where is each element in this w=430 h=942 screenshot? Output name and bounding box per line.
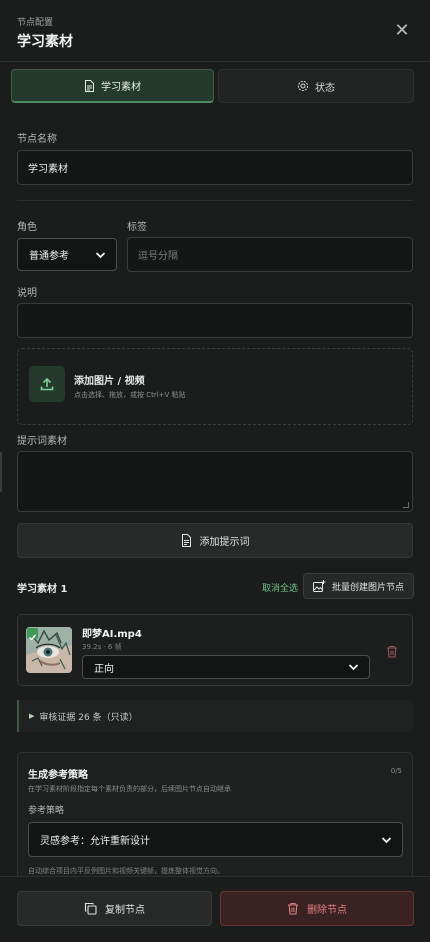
tags-placeholder: 逗号分隔 [138, 251, 178, 262]
media-upload-zone[interactable]: 添加图片 / 视频 点击选择、拖放，或按 Ctrl+V 粘贴 [17, 348, 413, 425]
item-checkbox[interactable] [27, 628, 38, 641]
tab-label: 学习素材 [101, 82, 141, 93]
copy-node-label: 复制节点 [105, 905, 145, 916]
strategy-title: 生成参考策略 [28, 770, 88, 781]
chevron-down-icon [381, 836, 392, 843]
description-label: 说明 [17, 288, 37, 299]
panel-header: 节点配置 学习素材 ✕ [0, 0, 430, 62]
node-config-panel: 节点配置 学习素材 ✕ 学习素材 状态 节点名称 学习素材 角色 标签 普通参考… [0, 0, 430, 942]
prompt-material-label: 提示词素材 [17, 436, 67, 447]
batch-create-label: 批量创建图片节点 [331, 582, 404, 593]
chevron-down-icon [348, 664, 359, 671]
divider [17, 200, 413, 201]
tab-label: 状态 [315, 82, 335, 94]
resize-handle[interactable] [403, 502, 409, 508]
role-select[interactable]: 普通参考 [17, 238, 117, 271]
deselect-all-link[interactable]: 取消全选 [262, 581, 298, 594]
panel-subtitle: 节点配置 [17, 18, 54, 28]
material-item: 即梦AI.mp4 39.2s · 6 帧 正向 [17, 614, 413, 686]
chevron-down-icon [95, 251, 106, 258]
copy-icon [84, 902, 97, 915]
role-value: 普通参考 [29, 251, 69, 262]
tab-status[interactable]: 状态 [218, 69, 414, 103]
delete-node-label: 删除节点 [307, 905, 347, 916]
add-prompt-label: 添加提示词 [199, 537, 250, 548]
close-icon[interactable]: ✕ [392, 21, 412, 41]
upload-icon [29, 366, 65, 402]
upload-hint: 点击选择、拖放，或按 Ctrl+V 粘贴 [74, 391, 186, 399]
strategy-footnote: 自动综合项目内平反例图片和视频关键帧，提炼整体视觉方向。 [28, 867, 224, 875]
add-prompt-button[interactable]: 添加提示词 [17, 523, 413, 558]
node-name-label: 节点名称 [17, 134, 57, 145]
audit-evidence-toggle[interactable]: ▶ 审核证据 26 条（只读） [17, 700, 413, 732]
strategy-value: 灵感参考：允许重新设计 [40, 836, 150, 847]
strategy-description: 在学习素材阶段指定每个素材负责的部分，后续图片节点自动继承 [28, 785, 231, 793]
strategy-section: 生成参考策略 0/5 在学习素材阶段指定每个素材负责的部分，后续图片节点自动继承… [17, 752, 413, 880]
tab-learning-material[interactable]: 学习素材 [11, 69, 214, 103]
document-icon [181, 534, 191, 547]
tab-bar: 学习素材 状态 [10, 69, 414, 105]
trash-icon[interactable] [386, 643, 398, 662]
gear-icon [297, 80, 309, 92]
direction-select[interactable]: 正向 [82, 655, 370, 679]
delete-node-button[interactable]: 删除节点 [220, 891, 414, 926]
direction-value: 正向 [94, 663, 114, 675]
item-name: 即梦AI.mp4 [82, 629, 142, 640]
footer-actions: 复制节点 删除节点 [0, 876, 430, 942]
tags-label: 标签 [127, 222, 147, 233]
description-input[interactable] [17, 303, 413, 338]
upload-title: 添加图片 / 视频 [74, 376, 145, 387]
copy-node-button[interactable]: 复制节点 [17, 891, 212, 926]
strategy-count: 0/5 [390, 767, 402, 775]
batch-create-button[interactable]: 批量创建图片节点 [303, 573, 414, 599]
trash-icon [288, 902, 298, 915]
prompt-material-textarea[interactable] [17, 451, 413, 512]
scroll-edge [0, 452, 2, 492]
node-name-value: 学习素材 [28, 164, 68, 175]
caret-right-icon: ▶ [29, 712, 35, 720]
item-meta: 39.2s · 6 帧 [82, 643, 122, 651]
image-add-icon [312, 580, 326, 592]
role-label: 角色 [17, 222, 37, 233]
node-name-input[interactable]: 学习素材 [17, 150, 413, 185]
tags-input[interactable]: 逗号分隔 [127, 237, 413, 272]
materials-title: 学习素材 1 [17, 584, 68, 595]
strategy-select[interactable]: 灵感参考：允许重新设计 [28, 822, 403, 857]
audit-label: 审核证据 26 条（只读） [39, 712, 138, 723]
document-icon [85, 79, 94, 92]
strategy-field-label: 参考策略 [28, 806, 65, 816]
panel-title: 学习素材 [17, 34, 73, 50]
